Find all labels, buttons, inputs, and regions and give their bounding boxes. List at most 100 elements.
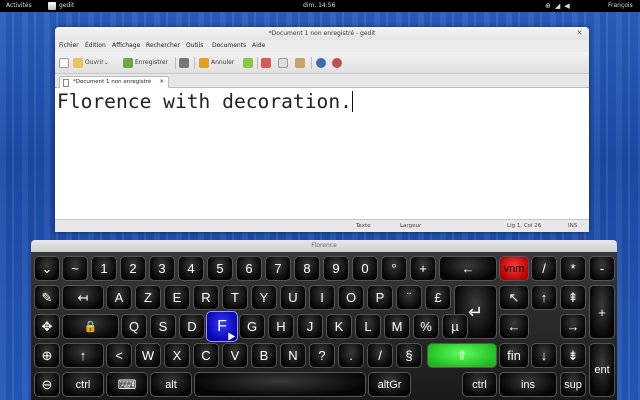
open-button[interactable]: Ouvrir ⌄ (73, 56, 109, 69)
tab-width-selector[interactable]: Largeur des tabulations: 8 ⌄ (400, 220, 421, 232)
key-vnm[interactable]: vnm (499, 256, 529, 281)
key-h[interactable]: H (268, 314, 294, 339)
key-9[interactable]: 9 (323, 256, 349, 281)
key-insert[interactable]: ins (499, 372, 557, 397)
save-button[interactable]: Enregistrer (123, 56, 168, 69)
key-7[interactable]: 7 (265, 256, 291, 281)
key-plus[interactable]: + (410, 256, 436, 281)
key-ctrl-right[interactable]: ctrl (462, 372, 497, 397)
key-b[interactable]: B (251, 343, 277, 368)
language-selector[interactable]: Texte brut ⌄ (356, 220, 371, 232)
key-y[interactable]: Y (251, 285, 277, 310)
key-s[interactable]: S (150, 314, 176, 339)
close-tab-icon[interactable]: ✕ (159, 77, 164, 88)
key-divide[interactable]: / (531, 256, 557, 281)
key-t[interactable]: T (222, 285, 248, 310)
key-keypad-enter[interactable]: ent (589, 343, 615, 397)
close-icon[interactable]: ✕ (575, 29, 584, 38)
key-zoom-in[interactable]: ⊕ (34, 343, 60, 368)
key-q[interactable]: Q (121, 314, 147, 339)
key-hide[interactable]: ⌄ (34, 256, 60, 281)
key-question[interactable]: ? (309, 343, 335, 368)
key-down[interactable]: ↓ (531, 343, 557, 368)
key-2[interactable]: 2 (120, 256, 146, 281)
key-i[interactable]: I (309, 285, 335, 310)
key-degree[interactable]: ° (381, 256, 407, 281)
key-slash[interactable]: / (367, 343, 393, 368)
key-a[interactable]: A (106, 285, 132, 310)
key-left[interactable]: ← (499, 314, 529, 339)
key-4[interactable]: 4 (178, 256, 204, 281)
key-tab[interactable]: ↤ (62, 285, 104, 310)
paste-button[interactable] (295, 56, 307, 69)
cut-button[interactable] (261, 56, 273, 69)
key-altgr[interactable]: altGr (368, 372, 411, 397)
key-n[interactable]: N (280, 343, 306, 368)
copy-button[interactable] (278, 56, 290, 69)
key-j[interactable]: J (297, 314, 323, 339)
key-6[interactable]: 6 (236, 256, 262, 281)
key-zoom-out[interactable]: ⊖ (34, 372, 60, 397)
menu-rechercher[interactable]: Rechercher (146, 40, 180, 52)
key-percent[interactable]: % (413, 314, 439, 339)
undo-button[interactable]: Annuler (199, 56, 234, 69)
replace-button[interactable] (332, 56, 344, 69)
menu-fichier[interactable]: Fichier (59, 40, 79, 52)
key-pageup[interactable]: ⇞ (560, 285, 586, 310)
key-g[interactable]: G (239, 314, 265, 339)
key-pound[interactable]: £ (425, 285, 451, 310)
key-v[interactable]: V (222, 343, 248, 368)
key-l[interactable]: L (355, 314, 381, 339)
menu-affichage[interactable]: Affichage (112, 40, 140, 52)
key-o[interactable]: O (338, 285, 364, 310)
key-right[interactable]: → (560, 314, 586, 339)
key-pagedown[interactable]: ⇟ (560, 343, 586, 368)
key-x[interactable]: X (164, 343, 190, 368)
key-config[interactable]: ✎ (34, 285, 60, 310)
key-period[interactable]: . (338, 343, 364, 368)
clock[interactable]: dim. 14:56 (303, 0, 335, 12)
key-k[interactable]: K (326, 314, 352, 339)
key-ctrl-left[interactable]: ctrl (62, 372, 104, 397)
key-8[interactable]: 8 (294, 256, 320, 281)
key-up[interactable]: ↑ (531, 285, 557, 310)
gedit-app-icon[interactable] (48, 2, 56, 10)
text-editor[interactable]: Florence with decoration. (55, 88, 589, 219)
key-capslock[interactable]: 🔒 (62, 314, 119, 339)
tab-document-1[interactable]: *Document 1 non enregistré ✕ (59, 76, 169, 88)
key-move[interactable]: ✥ (34, 314, 60, 339)
key-w[interactable]: W (135, 343, 161, 368)
key-u[interactable]: U (280, 285, 306, 310)
key-tilde[interactable]: ~ (62, 256, 88, 281)
menu-aide[interactable]: Aide (252, 40, 265, 52)
key-backspace[interactable]: ← (439, 256, 497, 281)
key-0[interactable]: 0 (352, 256, 378, 281)
redo-button[interactable] (243, 56, 255, 69)
key-keyboard-layout[interactable]: ⌨ (106, 372, 148, 397)
key-space[interactable] (194, 372, 366, 397)
key-p[interactable]: P (367, 285, 393, 310)
key-5[interactable]: 5 (207, 256, 233, 281)
key-3[interactable]: 3 (149, 256, 175, 281)
key-d[interactable]: D (179, 314, 205, 339)
print-button[interactable] (179, 56, 191, 69)
key-minus[interactable]: - (589, 256, 615, 281)
key-e[interactable]: E (164, 285, 190, 310)
activities-button[interactable]: Activités (6, 0, 32, 12)
key-less-than[interactable]: < (106, 343, 132, 368)
key-diaeresis[interactable]: ¨ (396, 285, 422, 310)
key-mu[interactable]: µ (442, 314, 468, 339)
key-section[interactable]: § (396, 343, 422, 368)
search-button[interactable] (316, 56, 328, 69)
key-r[interactable]: R (193, 285, 219, 310)
key-shift-left[interactable]: ↑ (62, 343, 104, 368)
key-1[interactable]: 1 (91, 256, 117, 281)
app-menu[interactable]: gedit (59, 0, 74, 12)
key-delete[interactable]: sup (560, 372, 586, 397)
key-shift-right[interactable]: ⇑ (427, 343, 497, 368)
menu-outils[interactable]: Outils (186, 40, 203, 52)
key-z[interactable]: Z (135, 285, 161, 310)
key-keypad-plus[interactable]: + (589, 285, 615, 339)
key-home[interactable]: ↖ (499, 285, 529, 310)
menu-edition[interactable]: Édition (85, 40, 106, 52)
